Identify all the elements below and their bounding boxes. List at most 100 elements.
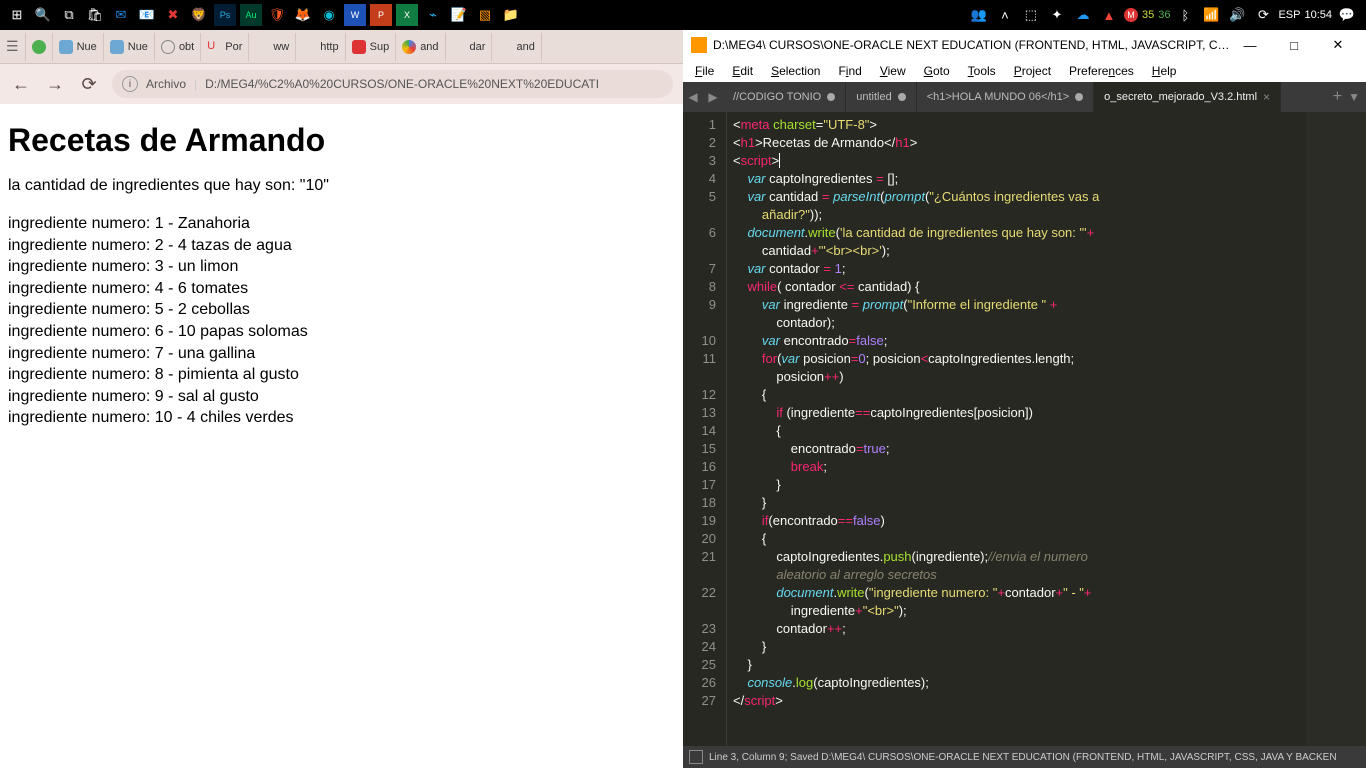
tab-scroll-left[interactable]: ◀ (683, 90, 703, 104)
browser-tab[interactable]: Nue (53, 33, 104, 61)
menu-view[interactable]: View (872, 62, 914, 80)
menu-edit[interactable]: Edit (724, 62, 761, 80)
browser-control[interactable]: ☰ (0, 33, 26, 61)
status-icon[interactable] (689, 750, 703, 764)
start-icon[interactable]: ⊞ (6, 4, 28, 26)
excel-icon[interactable]: X (396, 4, 418, 26)
menu-find[interactable]: Find (830, 62, 869, 80)
audition-icon[interactable]: Au (240, 4, 262, 26)
browser-tab[interactable]: and (492, 33, 541, 61)
statusbar: Line 3, Column 9; Saved D:\MEG4\ CURSOS\… (683, 746, 1366, 768)
browser-tab[interactable]: http (296, 33, 345, 61)
site-info-icon[interactable]: i (122, 76, 138, 92)
windows-taskbar: ⊞ 🔍 ⧉ 🛍 ✉ 📧 ✖ 🦁 Ps Au 🛡 🦊 ◉ W P X ⌁ 📝 ▧ … (0, 0, 1366, 30)
url-scheme: Archivo (146, 77, 186, 91)
mega-icon[interactable]: M (1124, 8, 1138, 22)
sublime-icon[interactable]: ▧ (474, 4, 496, 26)
menubar: File Edit Selection Find View Goto Tools… (683, 60, 1366, 82)
sublime-icon (691, 37, 707, 53)
ingredient-line: ingrediente numero: 9 - sal al gusto (8, 386, 675, 408)
tab-scroll-right[interactable]: ▶ (703, 90, 723, 104)
tray-icon[interactable]: ⬚ (1020, 4, 1042, 26)
powerpoint-icon[interactable]: P (370, 4, 392, 26)
new-tab-button[interactable]: + (1333, 88, 1342, 106)
editor-tab[interactable]: <h1>HOLA MUNDO 06</h1> (917, 82, 1094, 112)
cpu-temp: 35 (1142, 9, 1154, 21)
reload-button[interactable]: ⟳ (78, 73, 100, 95)
menu-goto[interactable]: Goto (916, 62, 958, 80)
editor-tab[interactable]: untitled (846, 82, 916, 112)
titlebar: D:\MEG4\ CURSOS\ONE-ORACLE NEXT EDUCATIO… (683, 30, 1366, 60)
sublime-window: D:\MEG4\ CURSOS\ONE-ORACLE NEXT EDUCATIO… (683, 30, 1366, 768)
browser-viewport: Recetas de Armando la cantidad de ingred… (0, 104, 683, 768)
browser-tab[interactable]: dar (446, 33, 493, 61)
modified-dot-icon (1075, 93, 1083, 101)
notes-icon[interactable]: 📝 (448, 4, 470, 26)
photoshop-icon[interactable]: Ps (214, 4, 236, 26)
menu-selection[interactable]: Selection (763, 62, 828, 80)
winmail-icon[interactable]: 📧 (136, 4, 158, 26)
browser-tab[interactable]: obt (155, 33, 201, 61)
ingredient-line: ingrediente numero: 7 - una gallina (8, 343, 675, 365)
menu-file[interactable]: File (687, 62, 722, 80)
word-icon[interactable]: W (344, 4, 366, 26)
code-content[interactable]: <meta charset="UTF-8"><h1>Recetas de Arm… (727, 112, 1366, 746)
tray-icon[interactable]: ▲ (1098, 4, 1120, 26)
page-title: Recetas de Armando (8, 122, 675, 159)
search-icon[interactable]: 🔍 (32, 4, 54, 26)
browser-tab[interactable]: Sup (346, 33, 397, 61)
browser-tab[interactable] (26, 33, 53, 61)
ingredient-line: ingrediente numero: 10 - 4 chiles verdes (8, 407, 675, 429)
firefox-icon[interactable]: 🦊 (292, 4, 314, 26)
explorer-icon[interactable]: 📁 (500, 4, 522, 26)
tray-icon[interactable]: ✦ (1046, 4, 1068, 26)
taskview-icon[interactable]: ⧉ (58, 4, 80, 26)
chevron-up-icon[interactable]: ˄ (994, 4, 1016, 26)
browser-window: ☰ Nue Nue obt UPor ww http Sup and dar a… (0, 30, 683, 768)
menu-help[interactable]: Help (1144, 62, 1185, 80)
onedrive-icon[interactable]: ☁ (1072, 4, 1094, 26)
language-indicator[interactable]: ESP (1278, 9, 1300, 21)
app-icon[interactable]: ✖ (162, 4, 184, 26)
browser-tab[interactable]: ww (249, 33, 296, 61)
forward-button[interactable]: → (44, 73, 66, 95)
bluetooth-icon[interactable]: ᛒ (1174, 4, 1196, 26)
url-text: D:/MEG4/%C2%A0%20CURSOS/ONE-ORACLE%20NEX… (205, 77, 599, 91)
close-button[interactable]: ✕ (1318, 33, 1358, 57)
page-intro: la cantidad de ingredientes que hay son:… (8, 177, 675, 195)
ingredient-line: ingrediente numero: 5 - 2 cebollas (8, 299, 675, 321)
menu-preferences[interactable]: Preferences (1061, 62, 1142, 80)
mail-icon[interactable]: ✉ (110, 4, 132, 26)
back-button[interactable]: ← (10, 73, 32, 95)
close-tab-icon[interactable]: × (1263, 90, 1270, 104)
sync-icon[interactable]: ⟳ (1252, 4, 1274, 26)
volume-icon[interactable]: 🔊 (1226, 4, 1248, 26)
status-text: Line 3, Column 9; Saved D:\MEG4\ CURSOS\… (709, 752, 1337, 763)
edge-icon[interactable]: ◉ (318, 4, 340, 26)
vscode-icon[interactable]: ⌁ (422, 4, 444, 26)
ingredient-line: ingrediente numero: 3 - un limon (8, 256, 675, 278)
clock[interactable]: 10:54 (1304, 9, 1332, 21)
people-icon[interactable]: 👥 (968, 4, 990, 26)
app-icon[interactable]: 🦁 (188, 4, 210, 26)
browser-tab[interactable]: UPor (201, 33, 249, 61)
store-icon[interactable]: 🛍 (84, 4, 106, 26)
browser-toolbar: ← → ⟳ i Archivo | D:/MEG4/%C2%A0%20CURSO… (0, 64, 683, 104)
menu-project[interactable]: Project (1006, 62, 1059, 80)
code-editor[interactable]: 1234567891011121314151617181920212223242… (683, 112, 1366, 746)
ingredient-line: ingrediente numero: 8 - pimienta al gust… (8, 364, 675, 386)
wifi-icon[interactable]: 📶 (1200, 4, 1222, 26)
address-bar[interactable]: i Archivo | D:/MEG4/%C2%A0%20CURSOS/ONE-… (112, 70, 673, 98)
editor-tab-active[interactable]: o_secreto_mejorado_V3.2.html× (1094, 82, 1281, 112)
minimap[interactable] (1306, 112, 1366, 746)
browser-tab[interactable]: and (396, 33, 445, 61)
browser-tabstrip: ☰ Nue Nue obt UPor ww http Sup and dar a… (0, 30, 683, 64)
tab-dropdown-icon[interactable]: ▼ (1348, 90, 1360, 104)
menu-tools[interactable]: Tools (960, 62, 1004, 80)
browser-tab[interactable]: Nue (104, 33, 155, 61)
brave-icon[interactable]: 🛡 (266, 4, 288, 26)
editor-tab[interactable]: //CODIGO TONIO (723, 82, 846, 112)
minimize-button[interactable]: — (1230, 33, 1270, 57)
notifications-icon[interactable]: 💬 (1336, 4, 1358, 26)
maximize-button[interactable]: □ (1274, 33, 1314, 57)
